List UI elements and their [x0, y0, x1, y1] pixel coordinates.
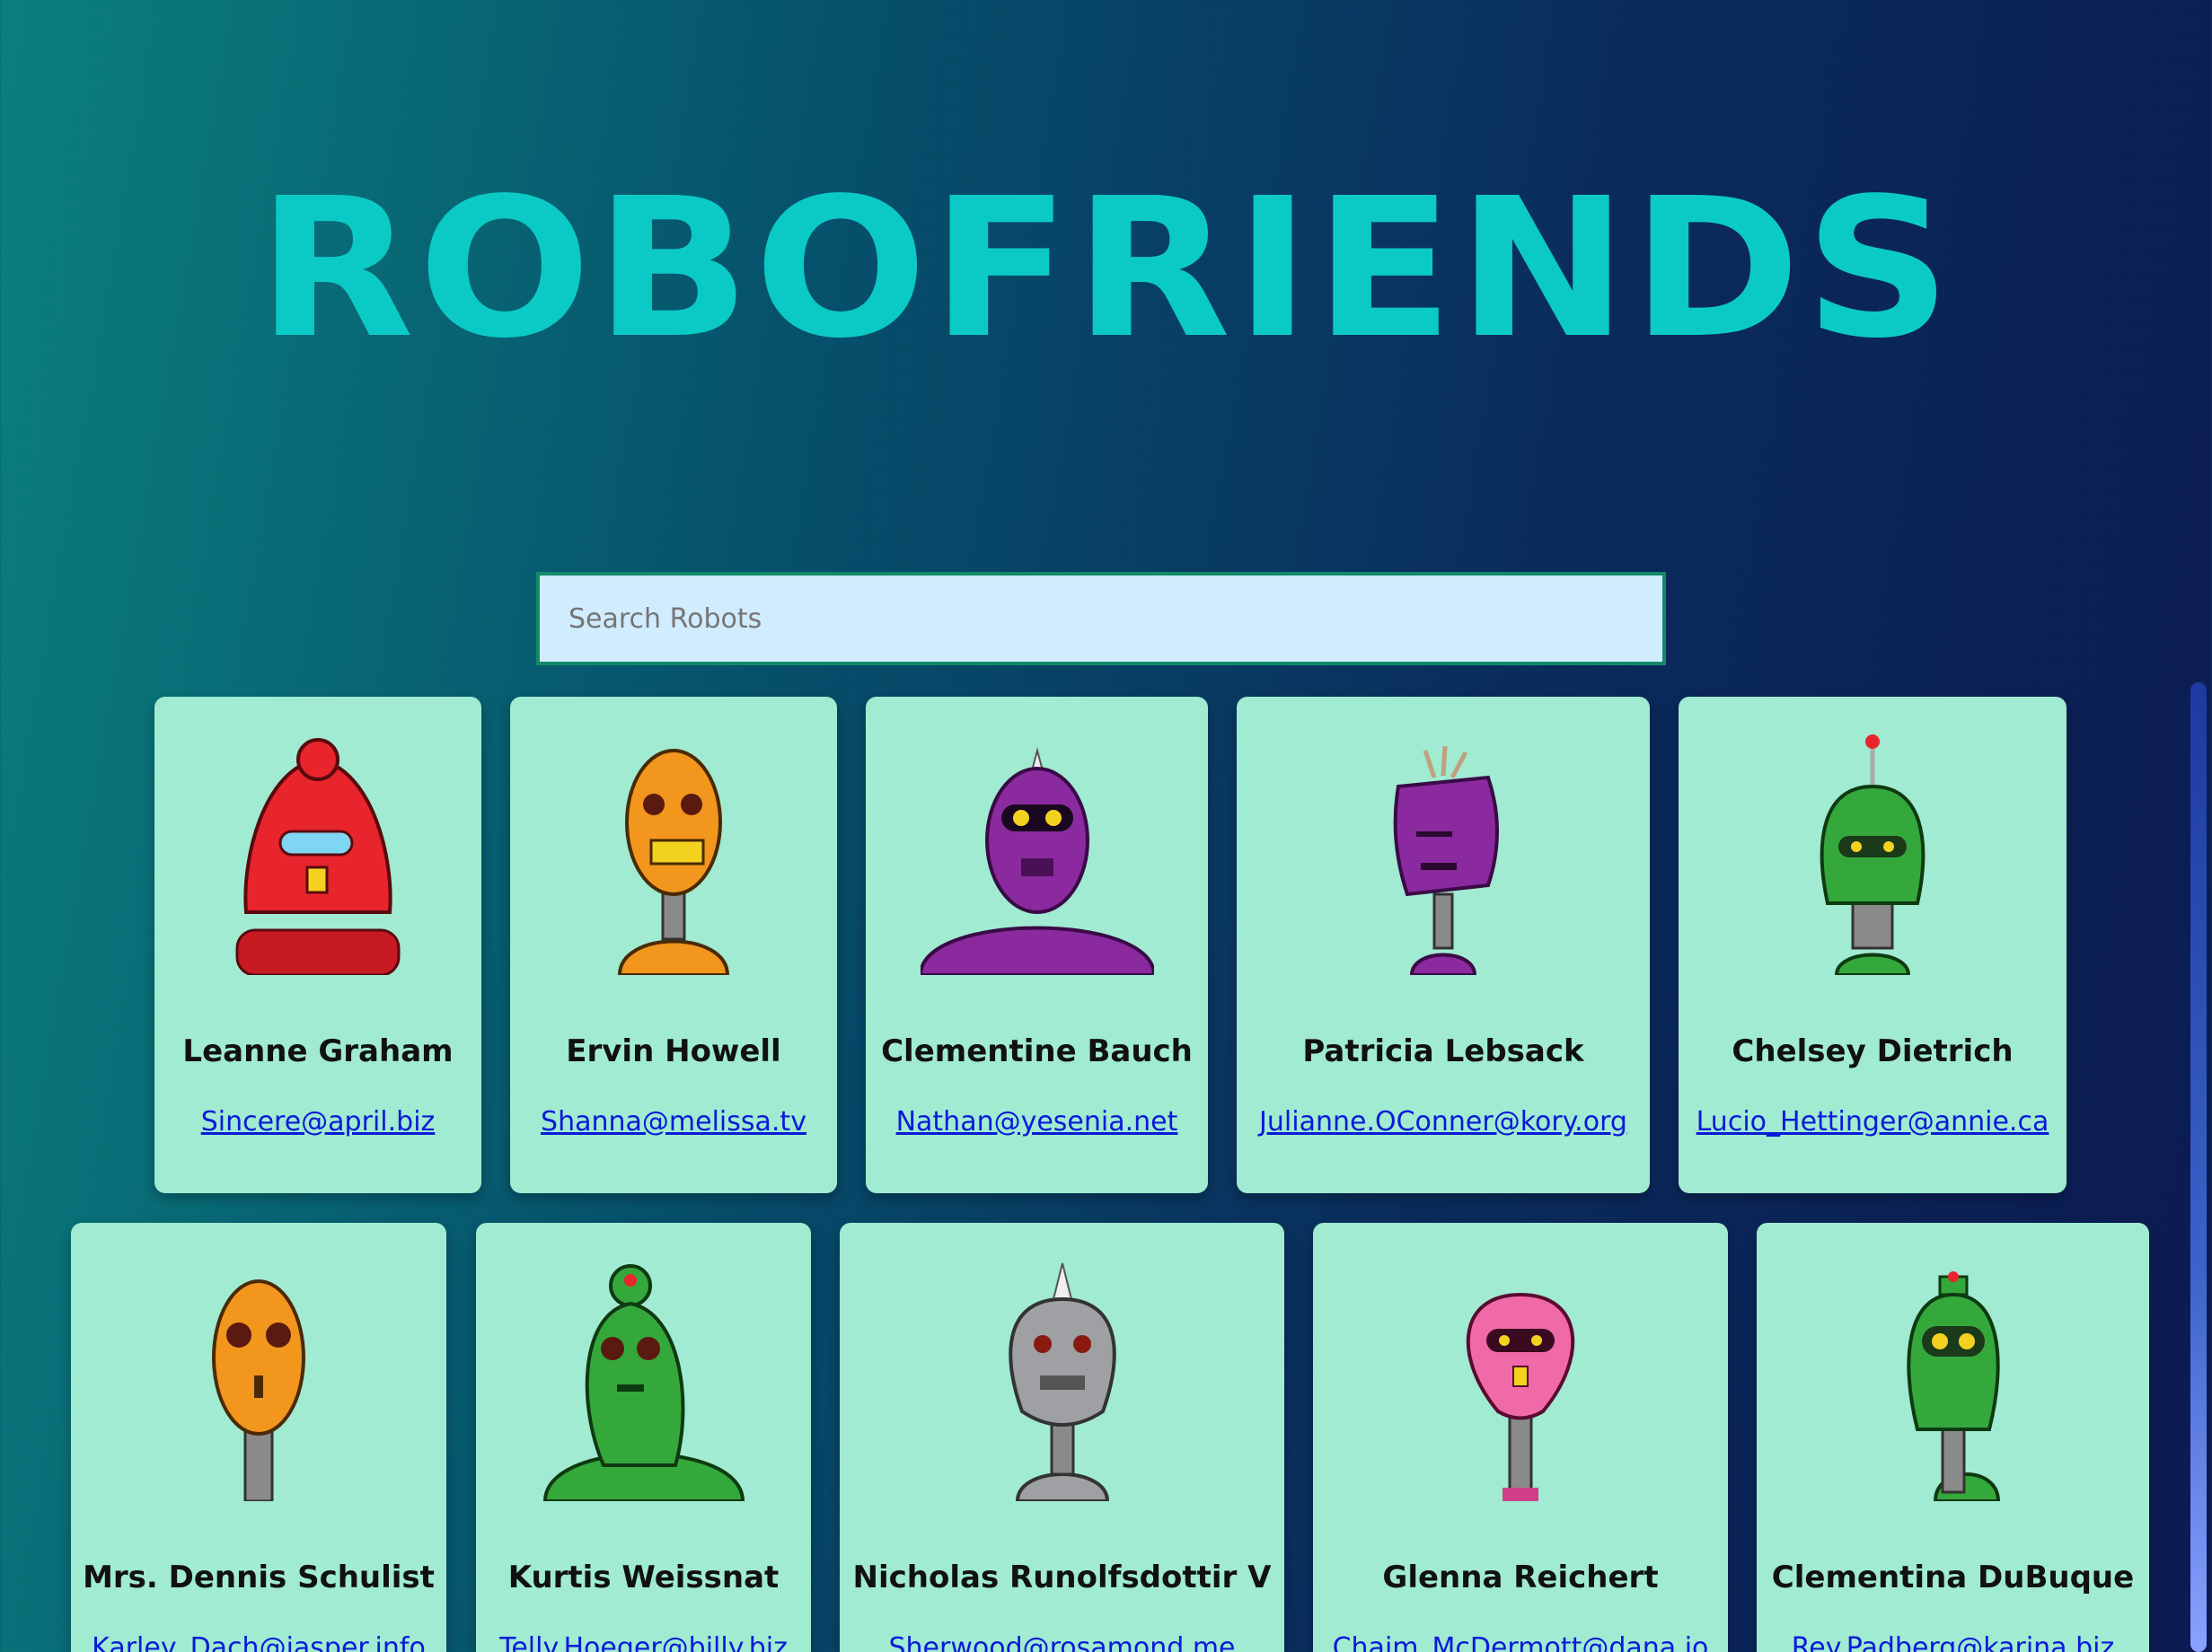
robot-name: Chelsey Dietrich [1732, 1033, 2014, 1069]
robot-card[interactable]: Glenna Reichert Chaim_McDermott@dana.io [1313, 1223, 1728, 1652]
search-input[interactable] [536, 572, 1666, 665]
robot-name: Patricia Lebsack [1302, 1033, 1584, 1069]
robot-card[interactable]: Kurtis Weissnat Telly.Hoeger@billy.biz [476, 1223, 811, 1652]
orange-robot-icon [212, 1279, 305, 1501]
header: ROBOFRIENDS [0, 153, 2212, 386]
robot-name: Nicholas Runolfsdottir V [852, 1560, 1272, 1595]
red-robot-icon [235, 738, 401, 975]
robot-email-link[interactable]: Julianne.OConner@kory.org [1237, 1106, 1650, 1138]
robot-name: Ervin Howell [566, 1033, 781, 1069]
robot-email-link[interactable]: Nathan@yesenia.net [866, 1106, 1208, 1138]
robot-email-link[interactable]: Lucio_Hettinger@annie.ca [1679, 1106, 2067, 1138]
search-box [536, 572, 1666, 665]
robot-card[interactable]: Nicholas Runolfsdottir V Sherwood@rosamo… [840, 1223, 1284, 1652]
gray-robot-icon [1008, 1262, 1116, 1501]
robot-email-link[interactable]: Sherwood@rosamond.me [840, 1632, 1284, 1652]
robot-email-link[interactable]: Telly.Hoeger@billy.biz [476, 1632, 811, 1652]
green-robot-icon [1906, 1271, 2000, 1501]
robot-email-link[interactable]: Rey.Padberg@karina.biz [1757, 1632, 2149, 1652]
purple-robot-icon [1393, 745, 1499, 975]
robot-card[interactable]: Ervin Howell Shanna@melissa.tv [510, 697, 837, 1193]
app-title: ROBOFRIENDS [257, 157, 1955, 381]
robot-name: Kurtis Weissnat [507, 1560, 780, 1595]
robot-card[interactable]: Leanne Graham Sincere@april.biz [154, 697, 481, 1193]
robot-card[interactable]: Mrs. Dennis Schulist Karley_Dach@jasper.… [71, 1223, 446, 1652]
robot-card[interactable]: Clementina DuBuque Rey.Padberg@karina.bi… [1757, 1223, 2149, 1652]
robot-email-link[interactable]: Chaim_McDermott@dana.io [1313, 1632, 1728, 1652]
robot-email-link[interactable]: Shanna@melissa.tv [510, 1106, 837, 1138]
robot-card[interactable]: Chelsey Dietrich Lucio_Hettinger@annie.c… [1679, 697, 2067, 1193]
purple-robot-icon [920, 747, 1154, 975]
robot-card[interactable]: Patricia Lebsack Julianne.OConner@kory.o… [1237, 697, 1650, 1193]
robot-email-link[interactable]: Karley_Dach@jasper.info [71, 1632, 446, 1652]
green-robot-icon [542, 1264, 745, 1501]
robot-name: Clementina DuBuque [1771, 1560, 2135, 1595]
robot-name: Glenna Reichert [1382, 1560, 1659, 1595]
robot-card[interactable]: Clementine Bauch Nathan@yesenia.net [866, 697, 1208, 1193]
robot-email-link[interactable]: Sincere@april.biz [154, 1106, 481, 1138]
scrollbar-thumb[interactable] [2190, 682, 2207, 1652]
robot-name: Leanne Graham [182, 1033, 454, 1069]
pink-robot-icon [1466, 1292, 1575, 1501]
robot-name: Mrs. Dennis Schulist [83, 1560, 435, 1595]
page-scrollbar[interactable] [2185, 0, 2212, 1652]
green-robot-icon [1820, 734, 1926, 975]
robot-name: Clementine Bauch [881, 1033, 1193, 1069]
orange-robot-icon [617, 749, 730, 975]
